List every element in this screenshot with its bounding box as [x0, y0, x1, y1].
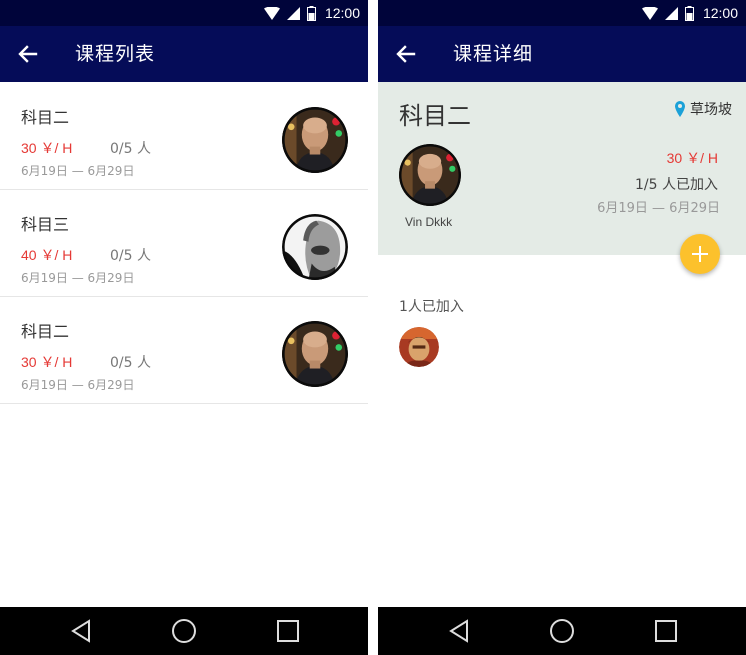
- app-bar: 课程列表: [0, 26, 368, 82]
- status-time: 12:00: [324, 5, 360, 21]
- navigation-bar: [0, 607, 368, 655]
- course-enrollment: 1/5 人已加入: [635, 177, 718, 193]
- status-bar: 12:00: [0, 0, 368, 26]
- course-enrollment: 0/5 人: [110, 141, 151, 157]
- square-recents-icon: [277, 620, 299, 642]
- course-name: 科目二: [21, 322, 70, 341]
- joined-members-label: 1人已加入: [399, 299, 464, 315]
- teacher-name: Vin Dkkk: [405, 215, 453, 229]
- app-bar: 课程详细: [378, 26, 746, 82]
- location-label: 草场坡: [690, 102, 732, 118]
- course-dates: 6月19日 — 6月29日: [21, 378, 135, 392]
- plus-icon: [692, 246, 708, 262]
- course-enrollment: 0/5 人: [110, 355, 151, 371]
- course-name: 科目二: [399, 102, 471, 130]
- course-dates: 6月19日 — 6月29日: [21, 164, 135, 178]
- member-avatar[interactable]: [399, 327, 439, 367]
- signal-icon: [286, 6, 300, 20]
- arrow-left-icon: [396, 45, 416, 63]
- course-price: 30 ￥/ H: [21, 354, 73, 370]
- teacher-avatar: [282, 321, 348, 387]
- course-list-item[interactable]: 科目二 30 ￥/ H 0/5 人 6月19日 — 6月29日: [0, 82, 368, 190]
- location-pin-icon: [675, 101, 685, 117]
- location[interactable]: 草场坡: [675, 99, 732, 119]
- battery-icon: [684, 5, 694, 21]
- navigation-bar: [378, 607, 746, 655]
- triangle-back-icon: [449, 619, 468, 643]
- nav-home-button[interactable]: [169, 616, 199, 646]
- course-list-screen: 12:00 课程列表 科目二 30 ￥/ H 0/5 人 6月19日 — 6月2…: [0, 0, 368, 655]
- course-dates: 6月19日 — 6月29日: [597, 201, 720, 216]
- circle-home-icon: [172, 619, 196, 643]
- status-bar: 12:00: [378, 0, 746, 26]
- join-fab-button[interactable]: [680, 234, 720, 274]
- status-time: 12:00: [702, 5, 738, 21]
- nav-recents-button[interactable]: [651, 616, 681, 646]
- nav-back-button[interactable]: [67, 616, 97, 646]
- teacher-avatar: [282, 214, 348, 280]
- square-recents-icon: [655, 620, 677, 642]
- signal-icon: [664, 6, 678, 20]
- nav-home-button[interactable]: [547, 616, 577, 646]
- course-dates: 6月19日 — 6月29日: [21, 271, 135, 285]
- page-title: 课程列表: [75, 43, 156, 65]
- course-name: 科目二: [21, 108, 70, 127]
- circle-home-icon: [550, 619, 574, 643]
- course-enrollment: 0/5 人: [110, 248, 151, 264]
- arrow-left-icon: [18, 45, 38, 63]
- course-name: 科目三: [21, 215, 70, 234]
- teacher-avatar: [282, 107, 348, 173]
- wifi-icon: [263, 6, 280, 20]
- page-title: 课程详细: [453, 43, 534, 65]
- nav-recents-button[interactable]: [273, 616, 303, 646]
- course-list-item[interactable]: 科目二 30 ￥/ H 0/5 人 6月19日 — 6月29日: [0, 296, 368, 404]
- teacher-avatar[interactable]: [399, 144, 461, 206]
- back-button[interactable]: [392, 40, 420, 68]
- course-price: 30 ￥/ H: [666, 150, 718, 166]
- nav-back-button[interactable]: [445, 616, 475, 646]
- battery-icon: [306, 5, 316, 21]
- triangle-back-icon: [71, 619, 90, 643]
- course-price: 30 ￥/ H: [21, 140, 73, 156]
- course-detail-header: 科目二 草场坡 Vin Dkkk 30 ￥/ H 1/5 人已加入 6月19日 …: [378, 82, 746, 255]
- course-list-item[interactable]: 科目三 40 ￥/ H 0/5 人 6月19日 — 6月29日: [0, 189, 368, 297]
- course-list: 科目二 30 ￥/ H 0/5 人 6月19日 — 6月29日 科目三 40 ￥…: [0, 82, 368, 607]
- course-price: 40 ￥/ H: [21, 247, 73, 263]
- wifi-icon: [641, 6, 658, 20]
- course-detail-screen: 12:00 课程详细 科目二 草场坡 Vin Dkkk 30 ￥/ H 1/5 …: [378, 0, 746, 655]
- back-button[interactable]: [14, 40, 42, 68]
